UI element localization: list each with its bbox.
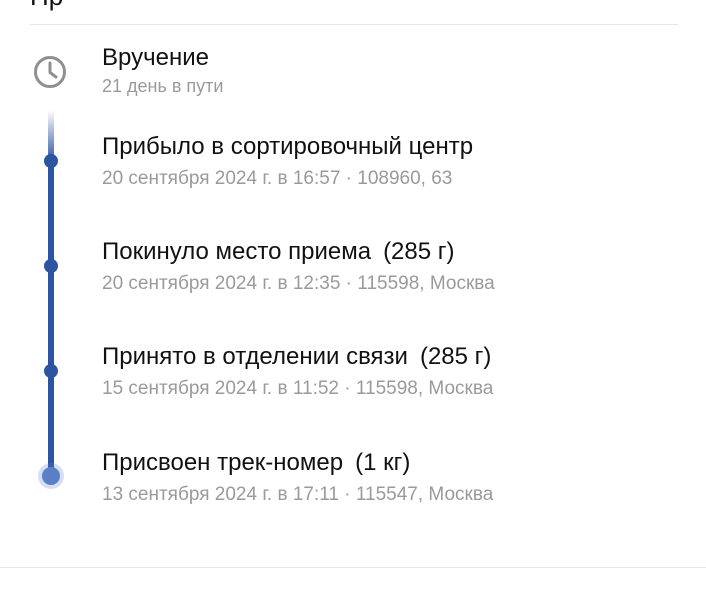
timeline-dot	[44, 154, 58, 168]
timeline-dot-current	[42, 467, 60, 485]
tracking-event[interactable]: Покинуло место приема (285 г) 20 сентября…	[102, 238, 495, 296]
tracking-history-panel: Пр Вручение 21 день в пути Прибыло в сор…	[0, 0, 706, 600]
tracking-event[interactable]: Принято в отделении связи (285 г) 15 сент…	[102, 343, 493, 401]
timeline-dot	[44, 259, 58, 273]
bottom-divider	[0, 567, 706, 568]
event-title: Присвоен трек-номер (1 кг)	[102, 449, 411, 476]
event-details: 20 сентября 2024 г. в 16:57 · 108960, 63	[102, 168, 453, 189]
top-divider	[30, 24, 678, 25]
event-weight: (285 г)	[383, 238, 455, 265]
timeline-track	[48, 160, 54, 478]
event-weight: (285 г)	[419, 343, 492, 370]
event-title: Прибыло в сортировочный центр	[102, 133, 474, 160]
event-title: Покинуло место приема (285 г)	[102, 238, 455, 265]
status-title: Вручение	[102, 44, 209, 71]
tracking-event[interactable]: Присвоен трек-номер (1 кг) 13 сентября 20…	[102, 449, 493, 507]
event-details: 15 сентября 2024 г. в 11:52 · 115598, Мо…	[102, 378, 494, 399]
timeline-dot	[44, 364, 58, 378]
section-header-cropped: Пр	[30, 0, 63, 10]
event-title: Принято в отделении связи (285 г)	[102, 343, 492, 370]
event-details: 13 сентября 2024 г. в 17:11 · 115547, Мо…	[102, 484, 494, 505]
tracking-event[interactable]: Прибыло в сортировочный центр 20 сентябр…	[102, 133, 473, 191]
event-weight: (1 кг)	[355, 449, 411, 476]
event-details: 20 сентября 2024 г. в 12:35 · 115598, Мо…	[102, 273, 495, 294]
delivery-status: Вручение 21 день в пути	[102, 44, 223, 98]
clock-icon	[34, 56, 66, 88]
status-subtitle: 21 день в пути	[102, 76, 224, 96]
